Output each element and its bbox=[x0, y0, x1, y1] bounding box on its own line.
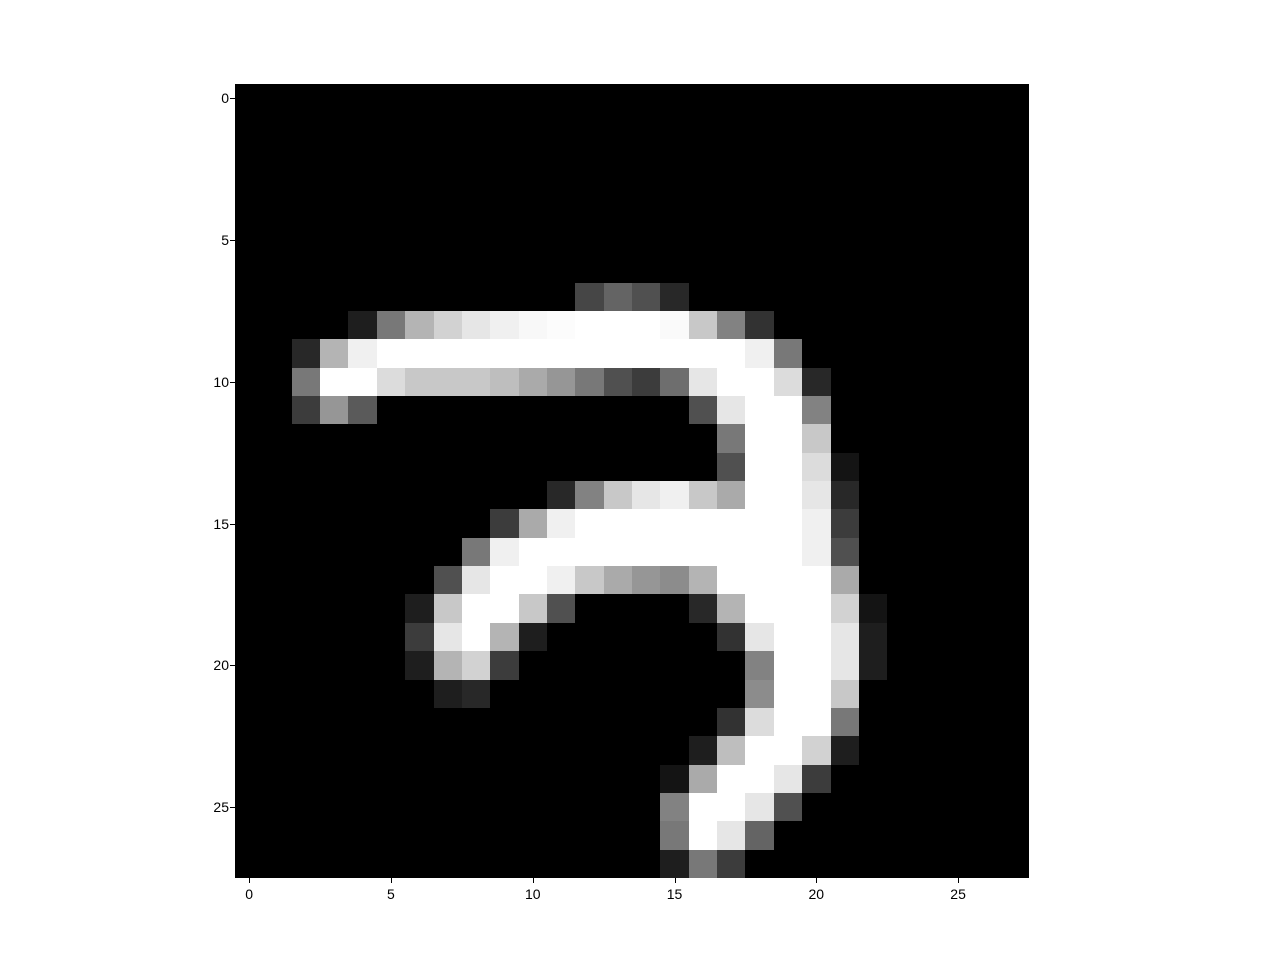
x-tick-mark bbox=[249, 878, 250, 883]
y-tick-label: 0 bbox=[205, 90, 229, 106]
y-tick-label: 15 bbox=[205, 516, 229, 532]
heatmap-image bbox=[235, 84, 1029, 878]
x-tick-label: 15 bbox=[667, 886, 683, 902]
y-tick-mark bbox=[230, 524, 235, 525]
x-tick-label: 20 bbox=[809, 886, 825, 902]
y-tick-mark bbox=[230, 807, 235, 808]
y-tick-label: 10 bbox=[205, 374, 229, 390]
y-tick-label: 20 bbox=[205, 657, 229, 673]
x-tick-label: 0 bbox=[245, 886, 253, 902]
y-tick-label: 5 bbox=[205, 232, 229, 248]
pixel-grid bbox=[235, 84, 1029, 878]
x-tick-mark bbox=[533, 878, 534, 883]
y-tick-mark bbox=[230, 665, 235, 666]
y-tick-mark bbox=[230, 382, 235, 383]
y-tick-mark bbox=[230, 98, 235, 99]
x-tick-label: 10 bbox=[525, 886, 541, 902]
x-tick-mark bbox=[958, 878, 959, 883]
y-tick-mark bbox=[230, 240, 235, 241]
heatmap-plot: 05101520250510152025 bbox=[235, 84, 1029, 878]
x-tick-mark bbox=[391, 878, 392, 883]
x-tick-label: 25 bbox=[950, 886, 966, 902]
y-tick-label: 25 bbox=[205, 799, 229, 815]
x-tick-mark bbox=[816, 878, 817, 883]
x-tick-label: 5 bbox=[387, 886, 395, 902]
x-tick-mark bbox=[675, 878, 676, 883]
